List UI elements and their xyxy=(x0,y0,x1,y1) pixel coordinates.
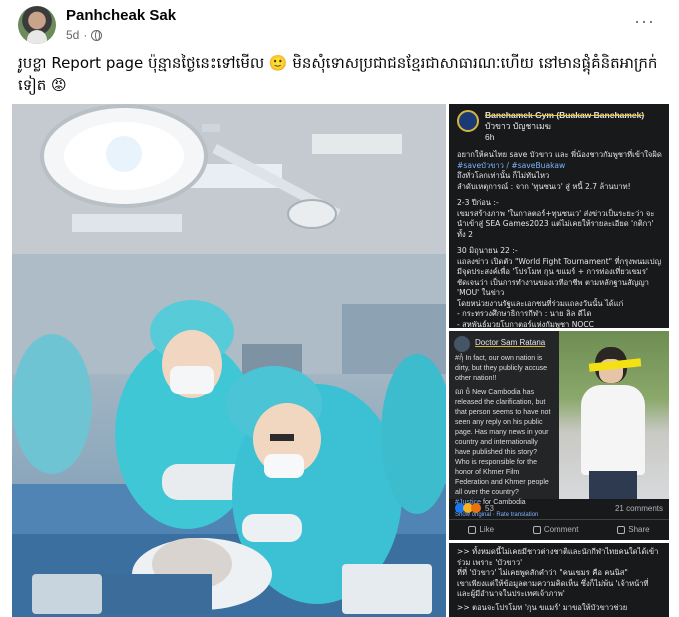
doctor-text: #កុំ In fact, our own nation is dirty, b… xyxy=(455,353,553,520)
comment-count[interactable]: 21 comments xyxy=(615,504,663,513)
screenshot-thai-text[interactable]: >> ทั้งหมดนี้ไม่เคยมีชาวต่างชาติและนักกี… xyxy=(449,543,669,617)
post-meta: 5d · xyxy=(66,28,103,42)
doctor-name: Doctor Sam Ratana xyxy=(475,338,546,347)
author-name[interactable]: Panhcheak Sak xyxy=(66,7,176,24)
page-name-block: Banchamek Gym (Buakaw Banchamek) บัวขาว … xyxy=(485,110,644,143)
body-line: ลำดับเหตุการณ์ : จาก 'ทุนซนเว' สู่ หนี้ … xyxy=(457,181,631,191)
buakaw-post-header: Banchamek Gym (Buakaw Banchamek) บัวขาว … xyxy=(457,110,644,143)
body-line: เขมรสร้างภาพ 'ในกาลตอร์+ทุนซนเว' ส่งข่าว… xyxy=(457,208,655,239)
hashtags[interactable]: #saveบัวขาว / #saveBuakaw xyxy=(457,161,662,172)
body-line: แถลงข่าว เปิดตัว "World Fight Tournament… xyxy=(457,256,662,298)
post-text: រូបខ្លា Report page ប៉ុន្មានថ្ងៃនេះទៅមើល… xyxy=(18,52,658,96)
body-heading: 30 มิถุนายน 22 :- xyxy=(457,246,518,255)
post-header: Panhcheak Sak 5d · ··· xyxy=(14,4,665,48)
page-name: Banchamek Gym (Buakaw Banchamek) xyxy=(485,110,645,120)
thai-text-body: >> ทั้งหมดนี้ไม่เคยมีชาวต่างชาติและนักกี… xyxy=(457,547,662,613)
body-line: >> ตอนจะโปรโมท 'กุน ขแมร์' มาขอให้บัวขาว… xyxy=(457,602,628,612)
card-line: ណ ចំ New Cambodia has released the clari… xyxy=(455,388,551,496)
body-heading: 2-3 ปีก่อน :- xyxy=(457,198,499,207)
body-line: - กระทรวงศึกษาธิการกีฬา : นาย ลิล ดีได xyxy=(457,309,592,318)
person-pants xyxy=(589,471,637,499)
like-label: Like xyxy=(479,525,495,534)
body-line: ที่ที่ 'บัวขาว' ไม่เคยพูดสักคำว่า "คนเขม… xyxy=(457,568,628,577)
buakaw-post-body: อยากให้คนไทย save บัวขาว และ พี่น้องชาวก… xyxy=(457,150,662,328)
body-line: เขาเพียงแต่ให้ข้อมูลตามความคิดเห็น ซึ่งก… xyxy=(457,578,649,599)
doctor-avatar xyxy=(454,336,470,352)
like-button[interactable]: Like xyxy=(468,525,494,534)
surgery-scene xyxy=(12,104,446,617)
screenshot-buakaw-post[interactable]: Banchamek Gym (Buakaw Banchamek) บัวขาว … xyxy=(449,104,669,328)
thumbs-up-icon xyxy=(468,525,477,534)
more-horizontal-icon[interactable]: ··· xyxy=(634,12,655,30)
post-media[interactable]: Banchamek Gym (Buakaw Banchamek) บัวขาว … xyxy=(12,104,669,617)
screenshot-doctor-post[interactable]: Doctor Sam Ratana #កុំ In fact, our own … xyxy=(449,331,669,540)
comment-button[interactable]: Comment xyxy=(532,525,579,534)
card-line: #កុំ In fact, our own nation is dirty, b… xyxy=(455,354,548,382)
page-avatar xyxy=(457,110,479,132)
page-time: 6h xyxy=(485,132,495,142)
action-bar: Like Comment Share xyxy=(449,519,669,539)
surgery-photo[interactable] xyxy=(12,104,446,617)
globe-icon xyxy=(91,29,103,41)
page-subname: บัวขาว บัญชาเมฆ xyxy=(485,121,551,131)
comment-label: Comment xyxy=(543,525,579,534)
share-icon xyxy=(617,525,626,534)
post-body: រូបខ្លា Report page ប៉ុន្មានថ្ងៃនេះទៅមើល… xyxy=(18,54,658,94)
comment-icon xyxy=(532,525,541,534)
body-line: - สหพันธ์มวยโบกาตอร์แห่งกัมพูชา NOCC xyxy=(457,319,594,329)
angry-reaction-icon xyxy=(471,503,481,513)
person-photo xyxy=(559,331,669,499)
body-line: โดยหน่วยงานรัฐและเอกชนที่ร่วมแถลงวันนั้น… xyxy=(457,298,624,308)
body-line: ถึงทั่วโลกเท่านั้น ก็ไม่ทันไหว xyxy=(457,171,550,180)
reaction-count[interactable]: 53 xyxy=(485,504,494,513)
author-avatar[interactable] xyxy=(18,6,56,44)
body-line: >> ทั้งหมดนี้ไม่เคยมีชาวต่างชาติและนักกี… xyxy=(457,547,659,567)
share-label: Share xyxy=(628,525,650,534)
body-line: อยากให้คนไทย save บัวขาว และ พี่น้องชาวก… xyxy=(457,150,662,159)
doctor-card: Doctor Sam Ratana #កុំ In fact, our own … xyxy=(449,331,559,518)
share-button[interactable]: Share xyxy=(617,525,650,534)
reactions-bar[interactable]: 53 21 comments xyxy=(449,499,669,517)
person-shirt xyxy=(581,385,645,475)
post-time[interactable]: 5d xyxy=(66,28,79,42)
